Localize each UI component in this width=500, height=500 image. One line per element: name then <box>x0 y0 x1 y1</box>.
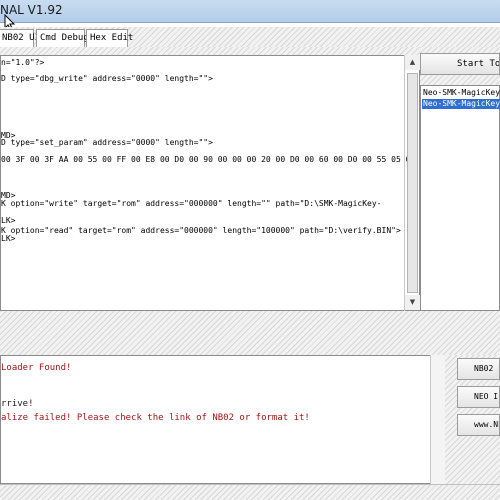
code-line: D type="dbg_write" address="0000" length… <box>1 74 213 83</box>
tab-hex-edit[interactable]: Hex Edit <box>86 29 133 47</box>
file-list-item[interactable]: Neo-SMK-MagicKey_C <box>422 88 500 98</box>
file-list-item-selected[interactable]: Neo-SMK-MagicKey_C <box>422 99 500 109</box>
neo-info-button[interactable]: NEO I <box>457 386 500 408</box>
file-list[interactable]: Neo-SMK-MagicKey_C Neo-SMK-MagicKey_C <box>420 85 500 311</box>
code-line: 00 3F 00 3F AA 00 55 00 FF 00 E8 00 D0 0… <box>1 155 430 164</box>
code-line: n="1.0"?> <box>1 58 45 67</box>
code-line: D type="set_param" address="0000" length… <box>1 138 213 147</box>
log-line: rrive! <box>1 399 34 409</box>
code-line: LK> <box>1 234 16 243</box>
code-line: K option="read" target="rom" address="00… <box>1 226 401 235</box>
scroll-thumb[interactable] <box>407 73 418 293</box>
panel-divider <box>0 311 500 355</box>
code-line: LK> <box>1 216 16 225</box>
status-bar <box>0 484 500 500</box>
code-line: K option="write" target="rom" address="0… <box>1 199 382 208</box>
tab-nb02-ui[interactable]: NB02 UI <box>0 29 40 47</box>
editor-scrollbar[interactable]: ▲ ▼ <box>404 55 420 311</box>
scroll-up-arrow-icon[interactable]: ▲ <box>405 55 420 70</box>
nb02-info-button[interactable]: NB02 I <box>457 358 500 380</box>
title-bar: NAL V1.92 <box>0 0 500 23</box>
tab-bar: NB02 UI Cmd Debug Hex Edit <box>0 27 500 47</box>
log-output: Loader Found! rrive! alize failed! Pleas… <box>0 355 445 484</box>
log-line: Loader Found! <box>1 363 72 373</box>
log-line: alize failed! Please check the link of N… <box>1 413 310 423</box>
script-editor[interactable]: n="1.0"?> D type="dbg_write" address="00… <box>0 55 430 311</box>
scroll-down-arrow-icon[interactable]: ▼ <box>405 295 420 310</box>
log-scrollbar[interactable] <box>430 355 445 484</box>
tab-cmd-debug[interactable]: Cmd Debug <box>36 29 89 47</box>
start-write-button[interactable]: Start To W <box>420 53 500 75</box>
website-link-button[interactable]: www.NE <box>457 414 500 436</box>
